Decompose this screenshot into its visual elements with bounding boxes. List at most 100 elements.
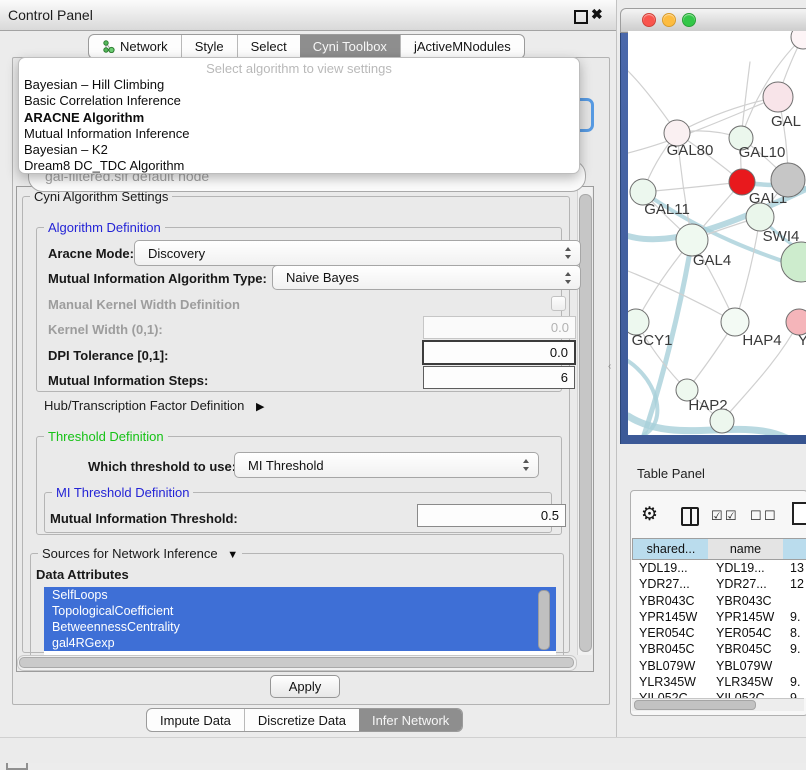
table-cell[interactable]: YBR045C — [632, 641, 708, 657]
threshold-definition-label: Threshold Definition — [44, 429, 168, 444]
table-cell[interactable]: YBL079W — [632, 658, 708, 674]
column-header-name[interactable]: name — [708, 538, 784, 560]
table-cell[interactable]: 13 — [783, 560, 806, 576]
tab-jactivemnodules[interactable]: jActiveMNodules — [400, 35, 524, 58]
network-node[interactable] — [763, 82, 793, 112]
table-cell[interactable]: YER054C — [708, 625, 783, 641]
document-icon[interactable] — [792, 502, 806, 525]
network-node[interactable] — [771, 163, 805, 197]
vertical-scrollbar-thumb[interactable] — [579, 194, 592, 652]
zoom-traffic-light-icon[interactable] — [682, 13, 696, 27]
manual-kernel-checkbox[interactable] — [551, 296, 566, 311]
mi-steps-field[interactable]: 6 — [423, 366, 575, 389]
table-cell[interactable]: 9. — [783, 641, 806, 657]
table-cell[interactable]: YDL19... — [708, 560, 783, 576]
data-attribute-item[interactable]: SelfLoops — [44, 587, 556, 603]
network-edge[interactable] — [735, 217, 760, 322]
column-header-shared-name[interactable]: shared... — [632, 538, 710, 560]
tab-infer-network[interactable]: Infer Network — [359, 709, 462, 731]
sources-group-label[interactable]: Sources for Network Inference ▼ — [38, 546, 242, 561]
table-cell[interactable] — [783, 658, 806, 674]
attributes-scrollbar-thumb[interactable] — [538, 590, 550, 650]
table-cell[interactable]: 9. — [783, 690, 806, 698]
table-row[interactable]: YIL052CYIL052C9. — [632, 690, 806, 698]
data-attribute-item[interactable]: gal4RGexp — [44, 635, 556, 651]
data-attribute-item[interactable]: TopologicalCoefficient — [44, 603, 556, 619]
hub-definition-toggle[interactable]: Hub/Transcription Factor Definition ▶ — [44, 398, 264, 413]
tab-impute-data[interactable]: Impute Data — [147, 709, 244, 731]
table-cell[interactable] — [783, 593, 806, 609]
float-window-icon[interactable] — [574, 10, 588, 24]
algorithm-option[interactable]: Bayesian – Hill Climbing — [19, 77, 579, 93]
mi-type-combo[interactable]: Naive Bayes — [272, 265, 581, 290]
horizontal-scrollbar-thumb[interactable] — [19, 657, 574, 668]
network-edge[interactable] — [677, 97, 778, 133]
algorithm-option[interactable]: Mutual Information Inference — [19, 126, 579, 142]
table-row[interactable]: YBR043CYBR043C — [632, 593, 806, 609]
algorithm-option[interactable]: Basic Correlation Inference — [19, 93, 579, 109]
table-row[interactable]: YDR27...YDR27...12 — [632, 576, 806, 592]
network-edge[interactable] — [643, 182, 742, 192]
table-row[interactable]: YPR145WYPR145W9. — [632, 609, 806, 625]
network-node[interactable] — [710, 409, 734, 433]
tab-discretize-data[interactable]: Discretize Data — [244, 709, 359, 731]
table-cell[interactable]: YBR043C — [632, 593, 708, 609]
dpi-tolerance-field[interactable]: 0.0 — [422, 340, 576, 365]
which-threshold-combo[interactable]: MI Threshold — [234, 452, 539, 478]
table-cell[interactable]: 8. — [783, 625, 806, 641]
tab-network[interactable]: Network — [89, 35, 181, 58]
tab-style[interactable]: Style — [181, 35, 237, 58]
checked-checkbox-icon[interactable]: ☑ — [711, 508, 723, 524]
table-cell[interactable]: YLR345W — [708, 674, 783, 690]
table-cell[interactable]: YLR345W — [632, 674, 708, 690]
table-cell[interactable]: YIL052C — [632, 690, 708, 698]
table-cell[interactable]: 9. — [783, 609, 806, 625]
columns-icon[interactable] — [681, 507, 699, 526]
split-pane-grabber[interactable]: ‹ — [608, 361, 611, 372]
table-cell[interactable]: YPR145W — [708, 609, 783, 625]
table-cell[interactable]: YDL19... — [632, 560, 708, 576]
network-graph[interactable]: GALGAL80GAL10GAL1GAL11SWI4GAL4GCY1HAP4YH… — [628, 31, 806, 435]
mi-threshold-field[interactable]: 0.5 — [417, 504, 566, 527]
table-cell[interactable]: YBR043C — [708, 593, 783, 609]
data-attribute-item[interactable]: BetweennessCentrality — [44, 619, 556, 635]
table-row[interactable]: YDL19...YDL19...13 — [632, 560, 806, 576]
network-node[interactable] — [781, 242, 806, 282]
algorithm-definition-label: Algorithm Definition — [44, 220, 165, 235]
algorithm-option[interactable]: Bayesian – K2 — [19, 142, 579, 158]
table-row[interactable]: YLR345WYLR345W9. — [632, 674, 806, 690]
table-cell[interactable]: YER054C — [632, 625, 708, 641]
network-node[interactable] — [746, 203, 774, 231]
table-cell[interactable]: YBR045C — [708, 641, 783, 657]
minimize-traffic-light-icon[interactable] — [662, 13, 676, 27]
table-cell[interactable]: YPR145W — [632, 609, 708, 625]
tab-label: jActiveMNodules — [414, 39, 511, 54]
table-cell[interactable]: YBL079W — [708, 658, 783, 674]
table-cell[interactable]: YDR27... — [708, 576, 783, 592]
table-cell[interactable]: YDR27... — [632, 576, 708, 592]
table-cell[interactable]: 12 — [783, 576, 806, 592]
network-canvas[interactable]: GALGAL80GAL10GAL1GAL11SWI4GAL4GCY1HAP4YH… — [628, 31, 806, 435]
tab-select[interactable]: Select — [237, 35, 300, 58]
close-traffic-light-icon[interactable] — [642, 13, 656, 27]
table-hscrollbar-thumb[interactable] — [634, 700, 756, 710]
unchecked-checkbox-icon[interactable]: ☐ — [750, 508, 762, 524]
hub-definition-label: Hub/Transcription Factor Definition — [44, 398, 244, 413]
algorithm-option[interactable]: Dream8 DC_TDC Algorithm — [19, 158, 579, 174]
apply-button[interactable]: Apply — [270, 675, 340, 698]
close-icon[interactable]: ✖ — [591, 6, 603, 23]
checked-checkbox-icon[interactable]: ☑ — [725, 508, 737, 524]
column-header-partial[interactable] — [783, 538, 806, 560]
unchecked-checkbox-icon[interactable]: ☐ — [764, 508, 776, 524]
aracne-mode-combo[interactable]: Discovery — [134, 240, 581, 266]
algorithm-option[interactable]: ARACNE Algorithm — [19, 110, 579, 126]
table-cell[interactable]: YIL052C — [708, 690, 783, 698]
kernel-width-field[interactable]: 0.0 — [423, 316, 576, 339]
tab-cyni-toolbox[interactable]: Cyni Toolbox — [300, 35, 400, 58]
data-attributes-list[interactable]: SelfLoopsTopologicalCoefficientBetweenne… — [44, 587, 556, 655]
table-row[interactable]: YER054CYER054C8. — [632, 625, 806, 641]
table-cell[interactable]: 9. — [783, 674, 806, 690]
gear-icon[interactable]: ⚙ — [641, 503, 658, 526]
table-row[interactable]: YBL079WYBL079W — [632, 658, 806, 674]
table-row[interactable]: YBR045CYBR045C9. — [632, 641, 806, 657]
